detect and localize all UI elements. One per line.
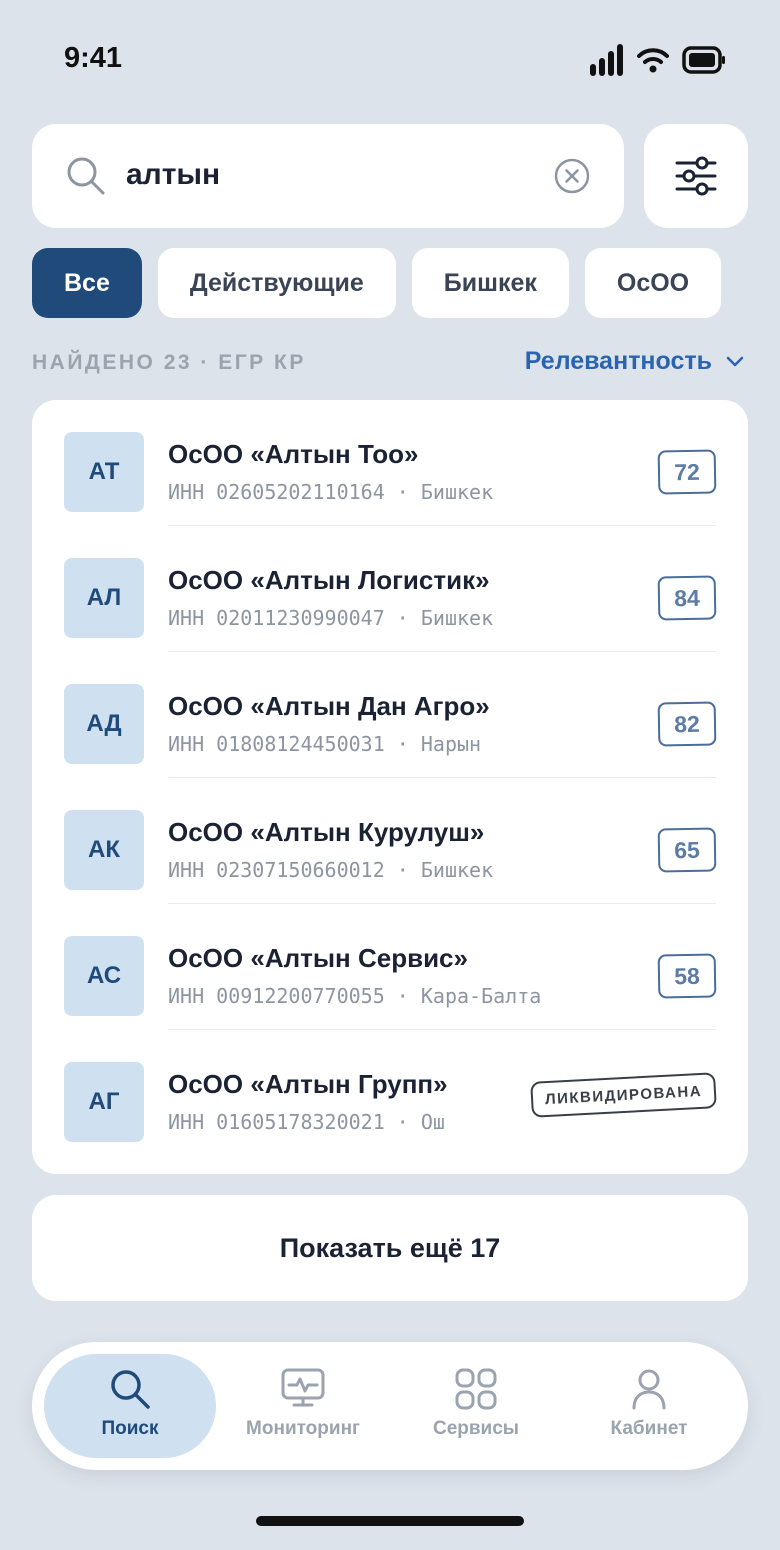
company-name: ОсОО «Алтын Групп» [168,1069,448,1099]
results-count: НАЙДЕНО 23 · ЕГР КР [32,351,306,374]
home-indicator[interactable] [256,1516,524,1526]
tab-label: Сервисы [432,1418,520,1439]
company-name: ОсОО «Алтын Курулуш» [168,817,485,847]
chip-active[interactable]: Действующие [157,248,396,318]
cellular-signal-icon [590,44,623,76]
tab-cabinet[interactable]: Кабинет [563,1354,735,1458]
company-meta: ИНН 02605202110164 · Бишкек [168,480,494,504]
avatar: АЛ [64,558,144,638]
tab-bar: Поиск Мониторинг Сервисы Кабинет [32,1342,748,1470]
chevron-down-icon [726,356,744,366]
list-item[interactable]: АТ ОсОО «Алтын Тоо» ИНН 02605202110164 ·… [32,400,748,526]
score-badge: 84 [657,575,717,621]
avatar: АГ [64,1062,144,1142]
filter-button[interactable] [644,124,748,228]
company-name: ОсОО «Алтын Логистик» [168,565,490,595]
tab-search[interactable]: Поиск [44,1354,216,1458]
tab-label: Поиск [101,1418,159,1439]
company-meta: ИНН 02011230990047 · Бишкек [168,606,494,630]
company-meta: ИНН 01808124450031 · Нарын [168,732,482,756]
score-badge: 72 [657,449,717,495]
sort-label: Релевантность [524,347,712,375]
company-meta: ИНН 00912200770055 · Кара-Балта [168,984,542,1008]
company-name: ОсОО «Алтын Тоо» [168,439,419,469]
status-badge: ЛИКВИДИРОВАНА [530,1072,717,1118]
list-item[interactable]: АД ОсОО «Алтын Дан Агро» ИНН 01808124450… [32,652,748,778]
wifi-icon [637,48,669,73]
search-icon [67,157,105,195]
company-meta: ИНН 01605178320021 · Ош [168,1110,445,1134]
grid-icon [455,1368,497,1410]
score-badge: 58 [657,953,717,999]
list-item[interactable]: АК ОсОО «Алтын Курулуш» ИНН 023071506600… [32,778,748,904]
avatar: АС [64,936,144,1016]
company-name: ОсОО «Алтын Сервис» [168,943,468,973]
chip-bishkek[interactable]: Бишкек [411,248,569,318]
battery-icon [682,46,725,74]
score-badge: 82 [657,701,717,747]
avatar: АТ [64,432,144,512]
tab-monitoring[interactable]: Мониторинг [217,1354,389,1458]
filter-chips: Все Действующие Бишкек ОсОО [32,248,722,318]
list-item[interactable]: АГ ОсОО «Алтын Групп» ИНН 01605178320021… [32,1030,748,1156]
tab-services[interactable]: Сервисы [390,1354,562,1458]
status-icons [590,44,726,76]
tab-label: Кабинет [610,1418,688,1439]
sliders-icon [675,156,717,196]
user-icon [632,1369,666,1410]
search-icon [111,1370,150,1409]
list-item[interactable]: АС ОсОО «Алтын Сервис» ИНН 0091220077005… [32,904,748,1030]
avatar: АД [64,684,144,764]
list-item[interactable]: АЛ ОсОО «Алтын Логистик» ИНН 02011230990… [32,526,748,652]
tab-label: Мониторинг [246,1418,360,1439]
avatar: АК [64,810,144,890]
company-meta: ИНН 02307150660012 · Бишкек [168,858,494,882]
score-badge: 65 [657,827,717,873]
clear-icon[interactable] [554,158,590,194]
chip-all[interactable]: Все [32,248,142,318]
results-list: АТ ОсОО «Алтын Тоо» ИНН 02605202110164 ·… [32,400,748,1174]
search-value[interactable]: алтын [126,158,220,192]
sort-dropdown[interactable]: Релевантность [525,347,744,376]
search-input[interactable]: алтын [32,124,624,228]
show-more-button[interactable]: Показать ещё 17 [32,1195,748,1301]
company-name: ОсОО «Алтын Дан Агро» [168,691,490,721]
chip-llc[interactable]: ОсОО [584,248,722,318]
status-bar: 9:41 [0,0,780,120]
status-time: 9:41 [64,42,123,74]
monitor-icon [281,1368,325,1407]
